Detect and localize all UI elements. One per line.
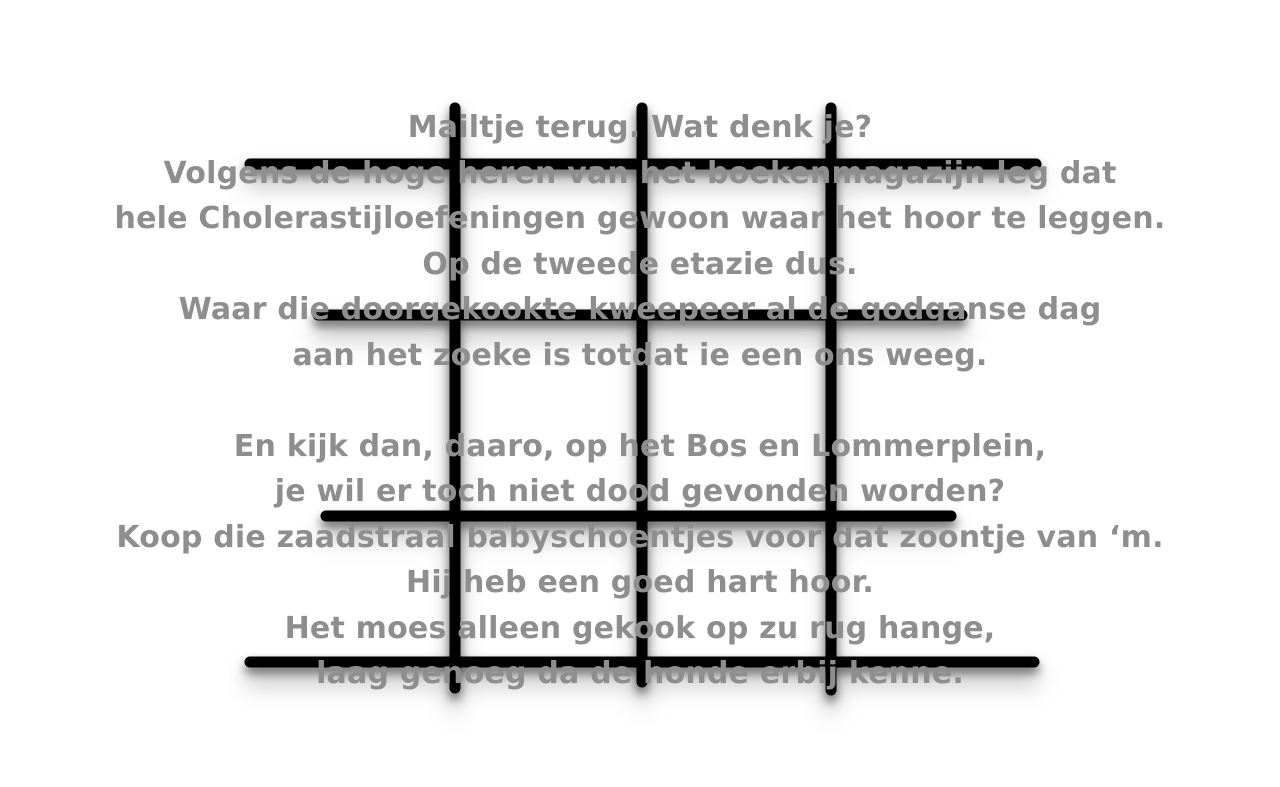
poem-line: aan het zoeke is totdat ie een ons weeg. [292, 337, 988, 373]
poem-line: Volgens de hoge heren van het boekenmaga… [163, 155, 1117, 191]
stanza-break [0, 378, 1280, 424]
poem-line: Het moes alleen gekook op zu rug hange, [284, 610, 996, 646]
poem-line: je wil er toch niet dood gevonden worden… [274, 474, 1006, 509]
poem-line: laag genoeg da de honde erbij kenne. [316, 656, 964, 691]
poem-canvas: Mailtje terug. Wat denk je? Volgens de h… [0, 0, 1280, 787]
poem-line: Hij heb een goed hart hoor. [406, 565, 874, 600]
poem-line: Koop die zaadstraal babyschoentjes voor … [116, 519, 1164, 555]
poem-text: Mailtje terug. Wat denk je? Volgens de h… [0, 105, 1280, 697]
poem-line: En kijk dan, daaro, op het Bos en Lommer… [233, 428, 1047, 464]
poem-line: Op de tweede etazie dus. [422, 246, 858, 282]
poem-line: Mailtje terug. Wat denk je? [407, 110, 873, 145]
poem-line: hele Cholerastijloefeningen gewoon waar … [114, 201, 1166, 236]
poem-line: Waar die doorgekookte kweepeer al de god… [178, 292, 1102, 327]
